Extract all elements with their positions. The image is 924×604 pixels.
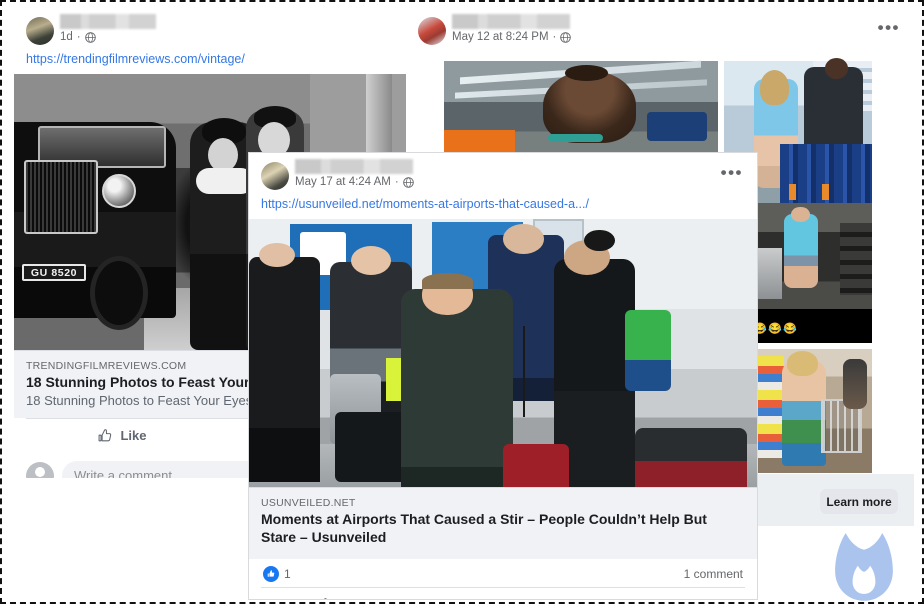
globe-icon xyxy=(84,31,96,43)
composer-avatar[interactable]: ▾ xyxy=(26,461,54,478)
electronics-shelf xyxy=(840,223,872,295)
avatar[interactable] xyxy=(418,17,446,45)
emoji-reaction: 😂 xyxy=(783,322,797,335)
post-meta: May 12 at 8:24 PM · xyxy=(452,31,572,43)
man-head xyxy=(791,207,810,223)
background-shopper xyxy=(842,358,868,409)
hair-bun xyxy=(564,64,609,81)
link-preview-title: Moments at Airports That Caused a Stir –… xyxy=(261,511,707,545)
thumbs-up-icon xyxy=(317,597,333,599)
share-button[interactable]: Share xyxy=(584,588,745,599)
passerby-left xyxy=(249,256,321,482)
reaction-summary[interactable]: 1 xyxy=(263,565,291,582)
globe-icon xyxy=(402,176,414,188)
share-button-label: Share xyxy=(658,597,694,599)
reaction-count: 1 xyxy=(284,566,291,581)
collage-photo-3[interactable] xyxy=(750,203,872,315)
emoji-reaction: 😂 xyxy=(768,322,782,335)
separator-dot: · xyxy=(394,176,399,188)
post-timestamp[interactable]: May 12 at 8:24 PM xyxy=(452,31,549,43)
green-backpack xyxy=(624,310,671,391)
post-photo-airport[interactable] xyxy=(249,219,757,487)
car-headlamp xyxy=(102,174,136,208)
link-preview-domain: USUNVEILED.NET xyxy=(261,497,356,509)
engagement-summary: 1 1 comment xyxy=(249,559,757,587)
luggage-handle xyxy=(523,326,526,418)
screenshot-canvas: 1d · https://trendingfilmreviews.com/vin… xyxy=(0,0,924,604)
passerby-head xyxy=(259,243,295,268)
malwarebytes-logo xyxy=(826,527,902,602)
suit-man-head xyxy=(503,224,544,254)
more-options-icon[interactable]: ••• xyxy=(878,19,900,36)
collage-photo-4-black-strip[interactable]: 😂 😂 😂 xyxy=(750,309,872,343)
post-url-link[interactable]: https://usunveiled.net/moments-at-airpor… xyxy=(249,195,757,219)
kneeling-man-proposing xyxy=(401,288,514,487)
globe-icon xyxy=(560,31,572,43)
learn-more-button[interactable]: Learn more xyxy=(820,489,898,514)
bag-tag xyxy=(789,184,797,201)
comment-button[interactable]: Comment xyxy=(422,588,583,599)
author-name-redacted[interactable] xyxy=(60,14,156,29)
teal-strap xyxy=(548,133,603,143)
kneeling-man-hair xyxy=(421,272,473,289)
post-card-airport: May 17 at 4:24 AM · ••• https://usunveil… xyxy=(248,152,758,600)
post-header-vintage: 1d · xyxy=(14,8,422,50)
post-timestamp[interactable]: May 17 at 4:24 AM xyxy=(295,176,391,188)
link-preview-airport[interactable]: USUNVEILED.NET Moments at Airports That … xyxy=(249,487,757,559)
avatar[interactable] xyxy=(261,162,289,190)
car-license-plate: GU 8520 xyxy=(22,264,86,281)
red-suitcase xyxy=(503,444,570,487)
comment-count[interactable]: 1 comment xyxy=(684,567,743,581)
like-button[interactable]: Like xyxy=(261,588,422,599)
post-meta: May 17 at 4:24 AM · xyxy=(295,176,414,188)
like-button[interactable]: Like xyxy=(26,419,218,453)
share-arrow-icon xyxy=(635,597,651,599)
post-header-airport: May 17 at 4:24 AM · ••• xyxy=(249,153,757,195)
woman-with-cart xyxy=(781,361,826,466)
person-head xyxy=(542,70,636,144)
woman-hair xyxy=(759,69,790,106)
black-duffel-bag xyxy=(335,411,407,482)
collage-photo-1[interactable] xyxy=(444,60,718,159)
luggage-pile-right xyxy=(635,428,747,487)
post-timestamp[interactable]: 1d xyxy=(60,31,73,43)
post-header-collage: May 12 at 8:24 PM · ••• xyxy=(406,8,914,50)
post-meta: 1d · xyxy=(60,31,96,43)
more-options-icon[interactable]: ••• xyxy=(721,164,743,181)
womans-face xyxy=(208,138,238,172)
post-url-link[interactable]: https://trendingfilmreviews.com/vintage/ xyxy=(14,50,422,74)
action-bar-airport: Like Comment Share xyxy=(261,586,745,599)
blue-bin xyxy=(646,111,708,142)
comment-bubble-icon xyxy=(462,597,478,599)
author-name-redacted[interactable] xyxy=(295,159,413,174)
woman-hair xyxy=(786,351,819,377)
like-button-label: Like xyxy=(340,597,366,599)
collage-photo-5[interactable] xyxy=(750,349,872,473)
car-wheel xyxy=(90,256,148,330)
woman-hair-bun xyxy=(584,229,615,252)
bag-tag xyxy=(821,184,829,201)
separator-dot: · xyxy=(76,31,81,43)
like-reaction-icon xyxy=(263,565,279,582)
author-name-redacted[interactable] xyxy=(452,14,570,29)
man-head xyxy=(824,58,849,79)
thumbs-up-icon xyxy=(97,428,113,444)
avatar[interactable] xyxy=(26,17,54,45)
like-button-label: Like xyxy=(120,428,147,444)
car-grille xyxy=(24,160,98,234)
comment-button-label: Comment xyxy=(485,597,545,599)
separator-dot: · xyxy=(552,31,557,43)
man-in-shorts xyxy=(784,214,819,289)
